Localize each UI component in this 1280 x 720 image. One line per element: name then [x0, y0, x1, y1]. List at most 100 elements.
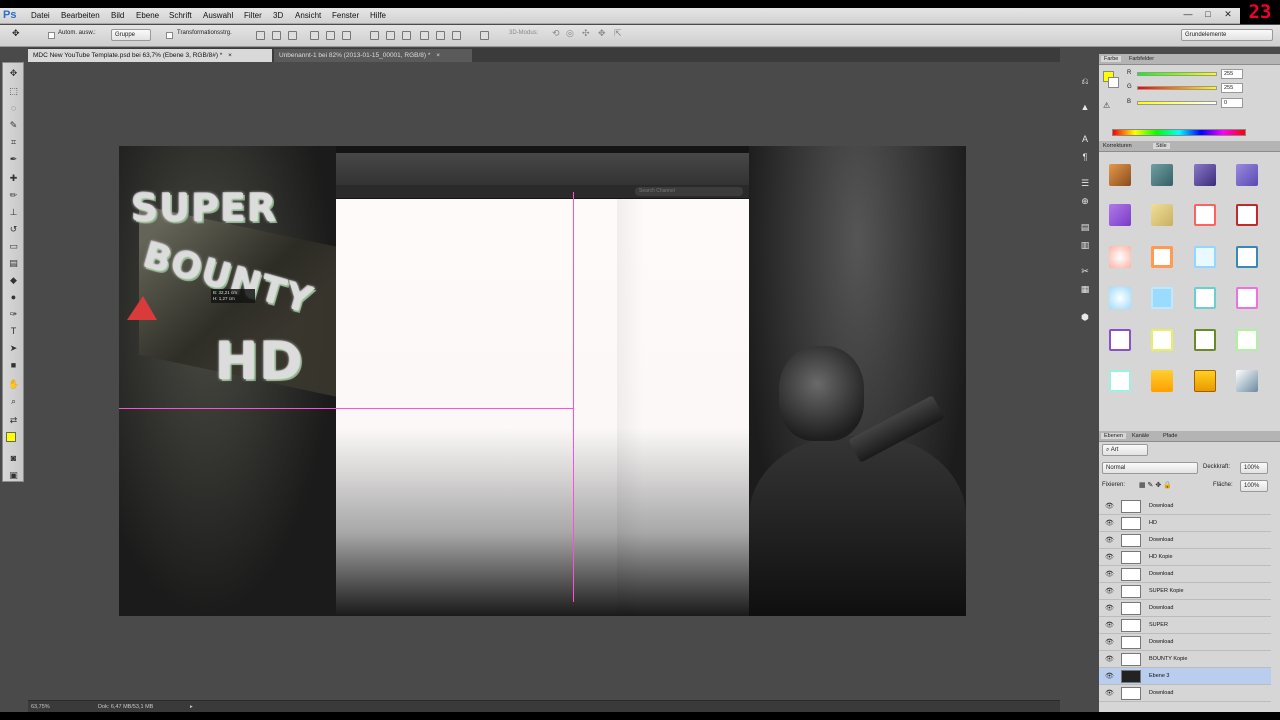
document-canvas[interactable]: SUPER BOUNTY HD B: 32,21 cm H: 1,27 cm S…: [119, 146, 966, 616]
lasso-tool-icon[interactable]: ◌: [8, 103, 19, 114]
menu-bearbeiten[interactable]: Bearbeiten: [61, 11, 100, 20]
layer-row[interactable]: 👁 Download: [1099, 566, 1271, 583]
menu-filter[interactable]: Filter: [244, 11, 262, 20]
background-color-chip[interactable]: [1108, 77, 1119, 88]
3d-roll-icon[interactable]: ◎: [566, 28, 574, 39]
menu-3d[interactable]: 3D: [273, 11, 283, 20]
tab-farbfelder[interactable]: Farbfelder: [1129, 56, 1154, 62]
style-swatch[interactable]: [1109, 204, 1131, 226]
menu-hilfe[interactable]: Hilfe: [370, 11, 386, 20]
dodge-tool-icon[interactable]: ●: [8, 292, 19, 303]
style-swatch[interactable]: [1194, 246, 1216, 268]
document-tab-active[interactable]: MDC New YouTube Template.psd bei 63,7% (…: [28, 49, 272, 62]
layer-row-selected[interactable]: 👁 Ebene 3: [1099, 668, 1271, 685]
style-swatch[interactable]: [1151, 329, 1173, 351]
healing-brush-tool-icon[interactable]: ✚: [8, 173, 19, 184]
history-icon[interactable]: ⎌: [1079, 76, 1091, 87]
eye-icon[interactable]: 👁: [1105, 655, 1114, 663]
eye-icon[interactable]: 👁: [1105, 536, 1114, 544]
layer-filter-dropdown[interactable]: ⌕ Art: [1102, 444, 1148, 456]
gamut-warning-icon[interactable]: ⚠: [1103, 101, 1110, 110]
menu-datei[interactable]: Datei: [31, 11, 50, 20]
history-brush-tool-icon[interactable]: ↺: [8, 224, 19, 235]
distribute-bottom-icon[interactable]: [402, 31, 411, 40]
eye-icon[interactable]: 👁: [1105, 570, 1114, 578]
zoom-tool-icon[interactable]: ⌕: [8, 396, 19, 407]
gradient-tool-icon[interactable]: ▤: [8, 258, 19, 269]
path-select-tool-icon[interactable]: ➤: [8, 343, 19, 354]
eraser-tool-icon[interactable]: ▭: [8, 241, 19, 252]
status-menu-arrow-icon[interactable]: ▸: [190, 704, 193, 710]
tab-korrekturen[interactable]: Korrekturen: [1103, 143, 1132, 149]
eye-icon[interactable]: 👁: [1105, 621, 1114, 629]
style-swatch[interactable]: [1109, 164, 1131, 186]
document-tab[interactable]: Unbenannt-1 bei 82% (2013-01-15_00001, R…: [274, 49, 472, 62]
minimize-button[interactable]: —: [1180, 9, 1196, 22]
layer-row[interactable]: 👁 Download: [1099, 685, 1271, 702]
layer-row[interactable]: 👁 SUPER: [1099, 617, 1271, 634]
histogram-icon[interactable]: ▲: [1079, 102, 1091, 113]
marquee-tool-icon[interactable]: ⬚: [8, 86, 19, 97]
tab-ebenen[interactable]: Ebenen: [1101, 433, 1126, 439]
hand-tool-icon[interactable]: ✋: [8, 379, 19, 390]
style-swatch[interactable]: [1109, 287, 1131, 309]
align-bottom-icon[interactable]: [288, 31, 297, 40]
auto-select-checkbox[interactable]: [48, 32, 55, 39]
3d-pan-icon[interactable]: ✣: [582, 28, 590, 39]
clone-source-icon[interactable]: ⊕: [1079, 196, 1091, 207]
tab-close-icon[interactable]: ×: [228, 52, 232, 59]
channel-g-slider[interactable]: [1137, 86, 1217, 90]
close-button[interactable]: ✕: [1220, 9, 1236, 22]
brush-presets-icon[interactable]: ☰: [1079, 178, 1091, 189]
distribute-top-icon[interactable]: [370, 31, 379, 40]
3d-slide-icon[interactable]: ✥: [598, 28, 606, 39]
eye-icon[interactable]: 👁: [1105, 672, 1114, 680]
tab-pfade[interactable]: Pfade: [1163, 433, 1177, 439]
align-top-icon[interactable]: [256, 31, 265, 40]
menu-ansicht[interactable]: Ansicht: [295, 11, 321, 20]
screen-mode-icon[interactable]: ▣: [8, 470, 19, 481]
workspace-dropdown[interactable]: Grundelemente: [1181, 29, 1273, 41]
tool-presets-icon[interactable]: ✂: [1079, 266, 1091, 277]
actions-icon[interactable]: ▥: [1079, 240, 1091, 251]
tab-kanaele[interactable]: Kanäle: [1132, 433, 1149, 439]
tab-stile[interactable]: Stile: [1153, 143, 1170, 149]
align-vcenter-icon[interactable]: [272, 31, 281, 40]
swap-colors-icon[interactable]: ⇄: [8, 415, 19, 426]
opacity-input[interactable]: 100%: [1240, 462, 1268, 474]
maximize-button[interactable]: □: [1200, 9, 1216, 22]
style-swatch[interactable]: [1109, 246, 1131, 268]
eye-icon[interactable]: 👁: [1105, 638, 1114, 646]
menu-schrift[interactable]: Schrift: [169, 11, 192, 20]
align-hcenter-icon[interactable]: [326, 31, 335, 40]
3d-icon[interactable]: ⬢: [1079, 312, 1091, 323]
auto-align-icon[interactable]: [480, 31, 489, 40]
canvas-area[interactable]: SUPER BOUNTY HD B: 32,21 cm H: 1,27 cm S…: [28, 62, 1060, 700]
tab-farbe[interactable]: Farbe: [1101, 56, 1122, 62]
style-swatch[interactable]: [1194, 287, 1216, 309]
style-swatch[interactable]: [1236, 329, 1258, 351]
style-swatch[interactable]: [1194, 370, 1216, 392]
distribute-left-icon[interactable]: [420, 31, 429, 40]
style-swatch[interactable]: [1194, 164, 1216, 186]
zoom-level[interactable]: 63,75%: [31, 704, 50, 710]
menu-ebene[interactable]: Ebene: [136, 11, 159, 20]
eyedropper-tool-icon[interactable]: ✒: [8, 154, 19, 165]
move-tool-icon[interactable]: ✥: [12, 28, 20, 39]
tab-close-icon[interactable]: ×: [436, 52, 440, 59]
move-tool-icon[interactable]: ✥: [8, 68, 19, 79]
horizontal-guide[interactable]: [119, 408, 573, 409]
channel-r-slider[interactable]: [1137, 72, 1217, 76]
channel-b-value[interactable]: 0: [1221, 98, 1243, 108]
properties-icon[interactable]: ▦: [1079, 284, 1091, 295]
type-tool-icon[interactable]: T: [8, 326, 19, 337]
brush-tool-icon[interactable]: ✏: [8, 190, 19, 201]
style-swatch[interactable]: [1151, 204, 1173, 226]
style-swatch[interactable]: [1236, 204, 1258, 226]
auto-select-dropdown[interactable]: Gruppe: [111, 29, 151, 41]
color-spectrum-bar[interactable]: [1112, 129, 1246, 136]
align-right-icon[interactable]: [342, 31, 351, 40]
eye-icon[interactable]: 👁: [1105, 587, 1114, 595]
notes-icon[interactable]: ▤: [1079, 222, 1091, 233]
paragraph-icon[interactable]: ¶: [1079, 152, 1091, 163]
